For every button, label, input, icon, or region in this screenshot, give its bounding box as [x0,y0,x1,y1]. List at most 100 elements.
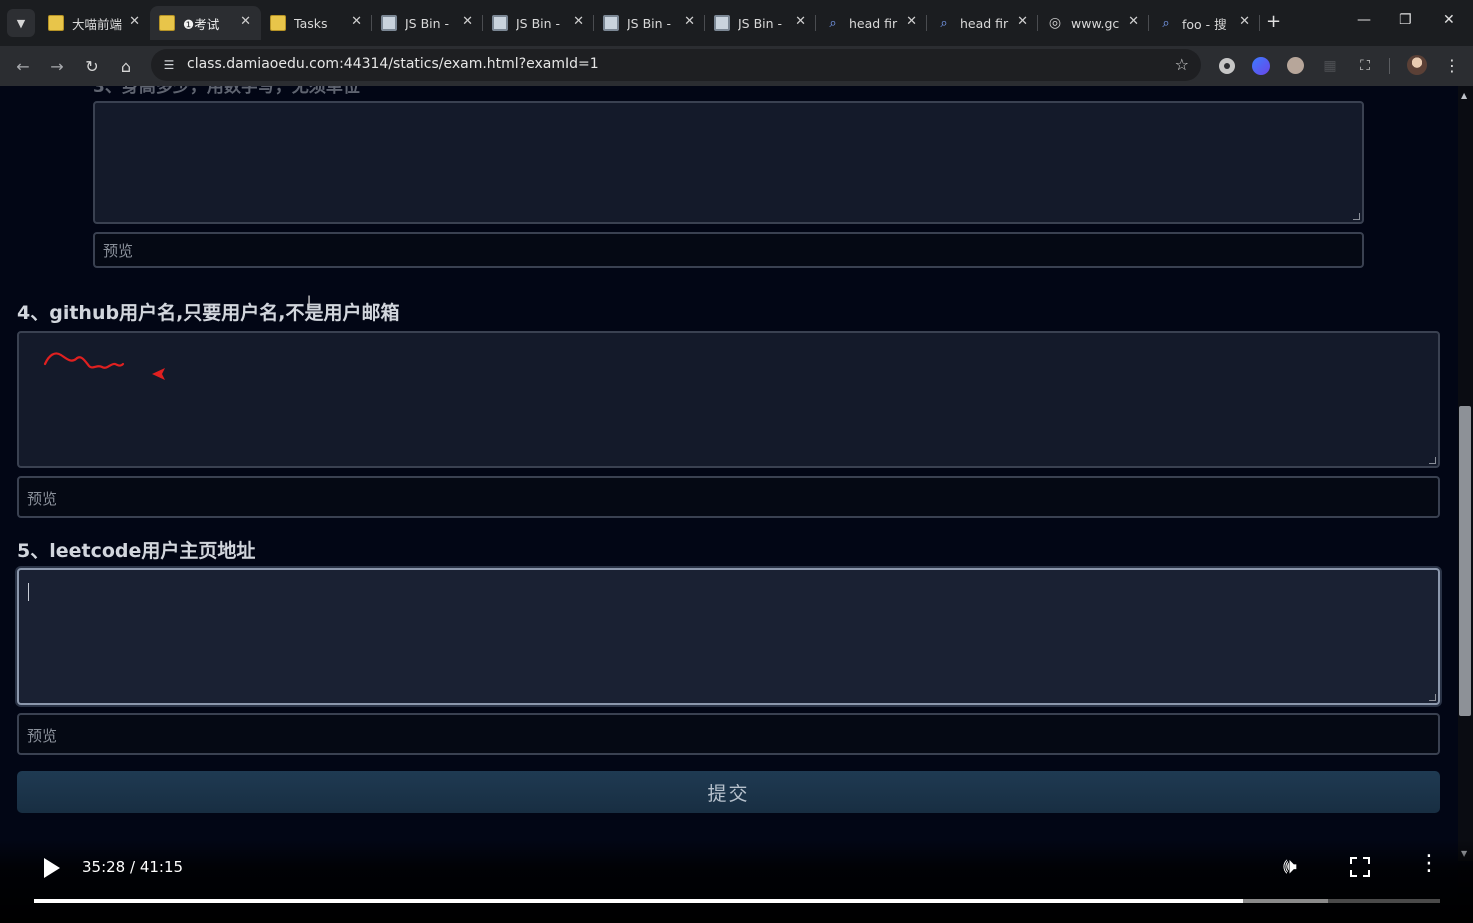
tab-close-icon[interactable]: ✕ [129,14,140,29]
browser-tab[interactable]: 大喵前端 ✕ [39,6,150,40]
tab-favicon-globe-icon: ◎ [1048,15,1062,31]
text-caret [28,583,29,601]
tab-list: 大喵前端 ✕ ❶考试 ✕ Tasks ✕ JS Bin - ✕ JS Bin - ✕ JS Bin … [39,6,1260,40]
close-window-icon[interactable]: ✕ [1443,12,1455,28]
submit-button[interactable]: 提交 [17,771,1440,813]
browser-tab[interactable]: ⌕ head fir ✕ [927,6,1038,40]
red-scribble-mark [43,352,125,369]
browser-tab[interactable]: ⌕ foo - 搜 ✕ [1149,6,1260,40]
browser-tab[interactable]: JS Bin - ✕ [594,6,705,40]
tab-title: foo - 搜 [1182,16,1227,32]
video-played-bar [34,899,1244,903]
question-5-preview: 预览 [17,713,1440,755]
browser-tab[interactable]: JS Bin - ✕ [705,6,816,40]
play-icon[interactable] [40,856,62,878]
scroll-up-arrow-icon[interactable]: ▲ [1461,91,1467,100]
reload-icon[interactable]: ↻ [80,54,104,78]
tab-favicon-note-icon [270,15,286,31]
tab-title: ❶考试 [183,16,220,32]
tab-favicon-search-icon: ⌕ [1162,15,1170,31]
extensions-puzzle-icon[interactable]: ⛶ [1355,56,1375,76]
browser-tab-strip: ▼ 大喵前端 ✕ ❶考试 ✕ Tasks ✕ JS Bin - ✕ JS Bin - ✕ JS Bi… [0,0,1473,46]
tab-close-icon[interactable]: ✕ [684,14,695,29]
tab-close-icon[interactable]: ✕ [1017,14,1028,29]
browser-tab[interactable]: JS Bin - ✕ [483,6,594,40]
question-3-title: 3、身高多少，用数字写，无须单位 [93,86,360,97]
tab-favicon-jsbin-icon [714,15,730,31]
url-text[interactable]: class.damiaoedu.com:44314/statics/exam.h… [187,56,599,72]
browser-tab[interactable]: ⌕ head fir ✕ [816,6,927,40]
resize-grip-icon[interactable] [1429,694,1436,701]
face-extension-icon[interactable] [1287,57,1304,74]
tab-close-icon[interactable]: ✕ [351,14,362,29]
tab-title: www.gc [1071,15,1120,31]
tab-close-icon[interactable]: ✕ [795,14,806,29]
exam-page: 3、身高多少，用数字写，无须单位 预览 4、github用户名,只要用户名,不是… [0,86,1458,923]
resize-grip-icon[interactable] [1429,457,1436,464]
restore-icon[interactable]: ❐ [1399,12,1412,28]
tab-title: 大喵前端 [72,16,123,32]
tab-close-icon[interactable]: ✕ [573,14,584,29]
tab-favicon-search-icon: ⌕ [940,15,948,31]
minimize-icon[interactable]: — [1357,12,1371,28]
tab-title: JS Bin - [405,15,450,31]
fullscreen-icon[interactable] [1350,857,1370,877]
red-annotation-drawing [43,352,719,380]
browser-menu-dots-icon[interactable]: ⋮ [1444,56,1460,75]
tab-close-icon[interactable]: ✕ [906,14,917,29]
screen-recording-frame: ▼ 大喵前端 ✕ ❶考试 ✕ Tasks ✕ JS Bin - ✕ JS Bin - ✕ JS Bi… [0,0,1473,923]
video-progress-bar[interactable] [34,899,1440,903]
tab-close-icon[interactable]: ✕ [240,14,251,29]
tab-close-icon[interactable]: ✕ [462,14,473,29]
tab-close-icon[interactable]: ✕ [1128,14,1139,29]
grid-extension-icon[interactable]: ▦ [1320,56,1340,76]
question-4-title: 4、github用户名,只要用户名,不是用户邮箱 [17,302,400,324]
forward-arrow-icon[interactable]: → [45,54,69,78]
bookmark-star-icon[interactable]: ☆ [1175,55,1189,74]
question-3-preview: 预览 [93,232,1364,268]
copilot-extension-icon[interactable] [1252,57,1270,75]
browser-tab[interactable]: JS Bin - ✕ [372,6,483,40]
scrollbar-thumb[interactable] [1459,406,1471,716]
question-5-answer-textarea[interactable] [17,568,1440,705]
tab-favicon-jsbin-icon [603,15,619,31]
question-4-preview: 预览 [17,476,1440,518]
tab-title: head fir [849,15,898,31]
question-5-title: 5、leetcode用户主页地址 [17,540,256,562]
tab-favicon-jsbin-icon [492,15,508,31]
record-extension-icon[interactable] [1219,58,1235,74]
toolbar-divider [1389,58,1390,74]
faded-taskbar-background [30,870,1450,892]
tab-close-icon[interactable]: ✕ [1239,14,1250,29]
question-3-answer-textarea[interactable] [93,101,1364,224]
volume-icon[interactable]: 🕪 [1283,854,1297,879]
browser-tab[interactable]: Tasks ✕ [261,6,372,40]
video-player-controls: 35:28 / 41:15 🕪 ⋮ [0,840,1473,923]
back-arrow-icon[interactable]: ← [11,54,35,78]
more-options-dots-icon[interactable]: ⋮ [1418,853,1440,875]
mouse-ibeam-cursor-icon: I [307,294,312,310]
tab-title: JS Bin - [516,15,561,31]
tab-title: Tasks [294,15,328,31]
browser-tab[interactable]: ❶考试 ✕ [150,6,261,40]
tab-favicon-note-icon [48,15,64,31]
video-time: 35:28 / 41:15 [82,858,184,876]
page-scrollbar[interactable]: ▲ ▼ [1458,86,1473,861]
profile-avatar[interactable] [1407,55,1427,75]
tab-favicon-note-icon [159,15,175,31]
question-4-answer-textarea[interactable] [17,331,1440,468]
browser-toolbar: ← → ↻ ⌂ ☰ class.damiaoedu.com:44314/stat… [0,46,1473,86]
tab-favicon-search-icon: ⌕ [829,15,837,31]
home-icon[interactable]: ⌂ [114,54,138,78]
browser-tab[interactable]: ◎ www.gc ✕ [1038,6,1149,40]
resize-grip-icon[interactable] [1353,213,1360,220]
address-bar[interactable]: ☰ class.damiaoedu.com:44314/statics/exam… [151,49,1201,81]
tab-title: head fir [960,15,1009,31]
tab-favicon-jsbin-icon [381,15,397,31]
site-info-tune-icon[interactable]: ☰ [160,56,178,74]
tab-search-chevron-icon[interactable]: ▼ [7,9,35,37]
tab-separator [1259,15,1260,31]
new-tab-plus-icon[interactable]: + [1266,11,1281,33]
tab-title: JS Bin - [627,15,672,31]
tab-title: JS Bin - [738,15,783,31]
